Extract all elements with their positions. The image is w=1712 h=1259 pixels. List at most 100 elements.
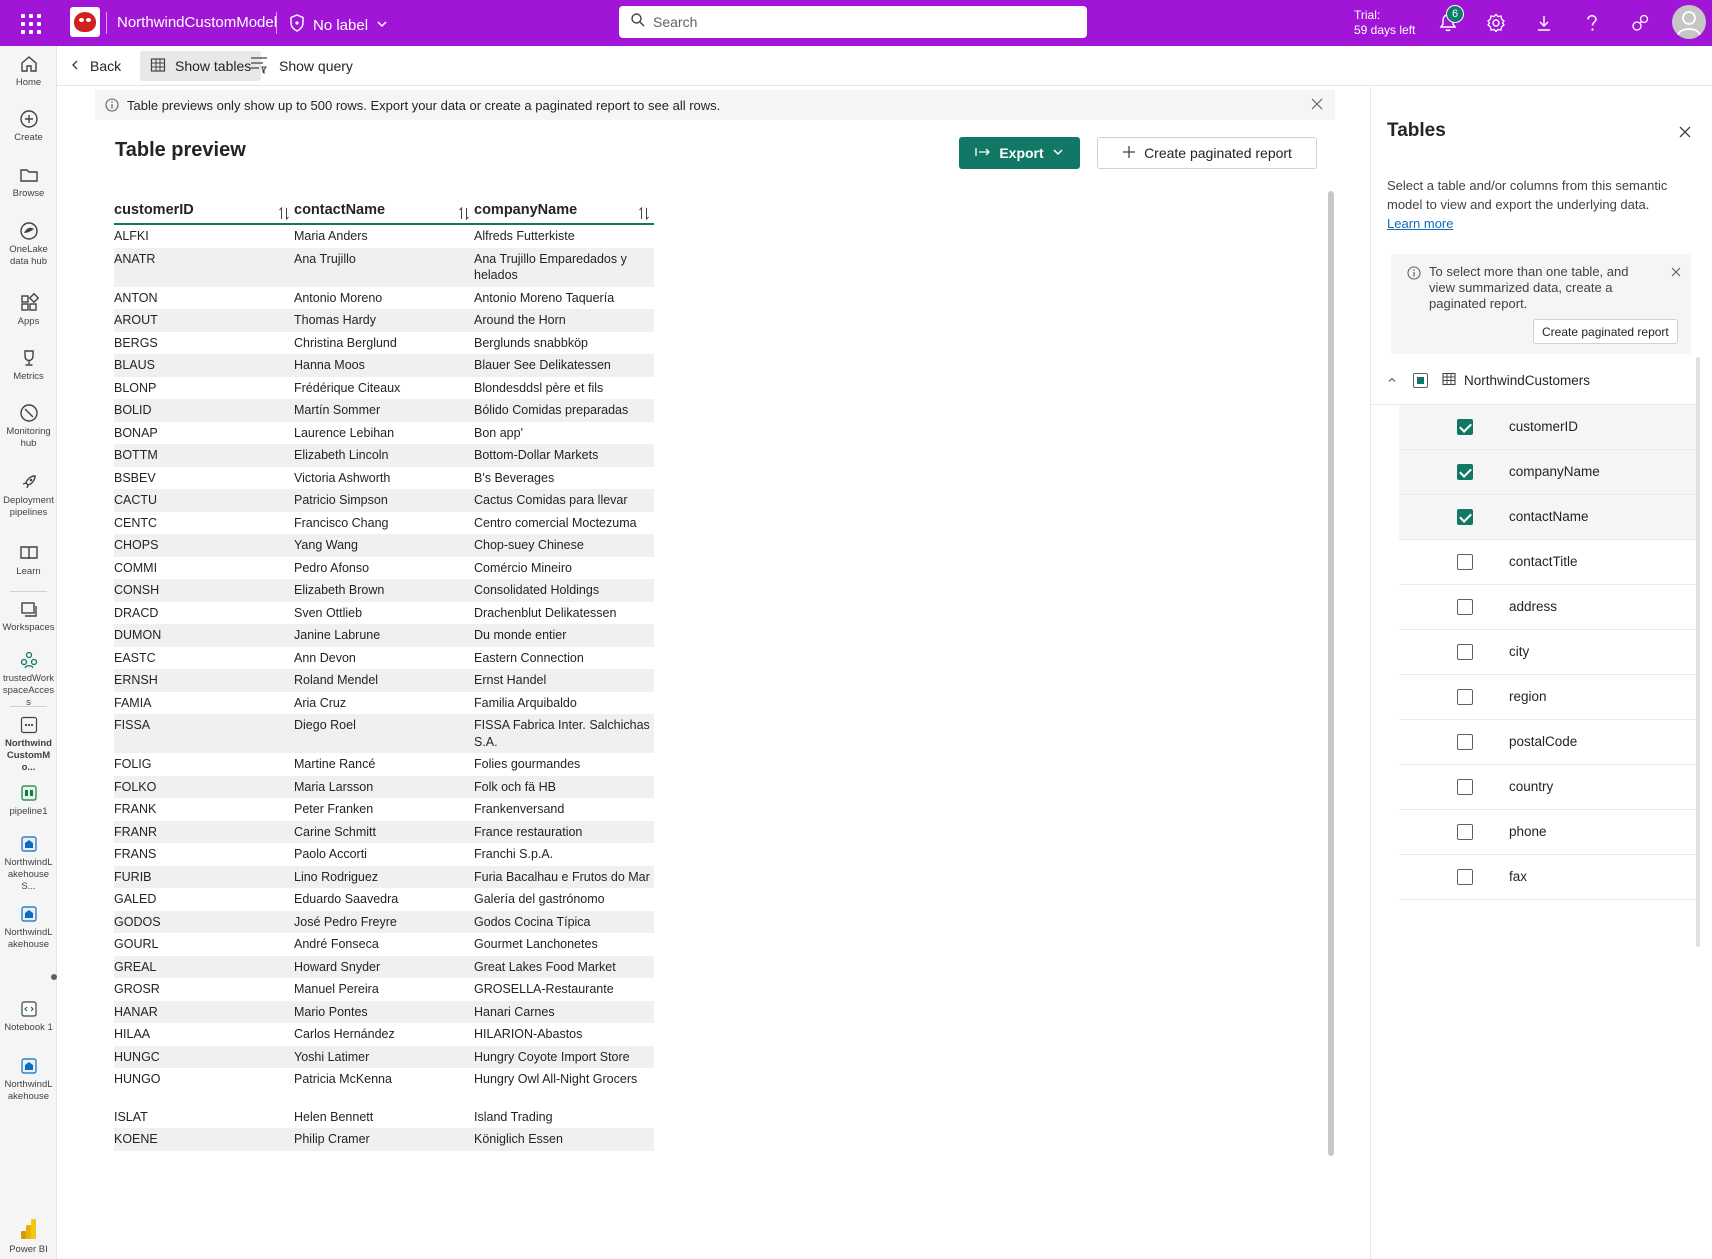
table-row[interactable]: GALED Eduardo Saavedra Galería del gastrón…: [114, 888, 654, 911]
column-item-contacttitle[interactable]: contactTitle: [1399, 540, 1699, 585]
table-row[interactable]: ANTON Antonio Moreno Antonio Moreno Taquer…: [114, 287, 654, 310]
search-input[interactable]: [653, 14, 1053, 30]
column-checkbox[interactable]: [1457, 734, 1473, 750]
sort-icon[interactable]: [278, 206, 290, 224]
learn-more-link[interactable]: Learn more: [1387, 216, 1453, 231]
column-checkbox[interactable]: [1457, 779, 1473, 795]
back-button[interactable]: Back: [59, 51, 131, 81]
nav-item-northwind-custom-model[interactable]: NorthwindCustomMo...: [0, 715, 57, 774]
column-header-customerid[interactable]: customerID: [114, 201, 294, 223]
table-row[interactable]: FRANS Paolo Accorti Franchi S.p.A.: [114, 843, 654, 866]
table-row[interactable]: DRACD Sven Ottlieb Drachenblut Delikatesse…: [114, 602, 654, 625]
export-button[interactable]: Export: [959, 137, 1080, 169]
table-row[interactable]: CONSH Elizabeth Brown Consolidated Holding…: [114, 579, 654, 602]
table-row[interactable]: GODOS José Pedro Freyre Godos Cocina Típic…: [114, 910, 654, 933]
table-row[interactable]: GROSR Manuel Pereira GROSELLA-Restaurante: [114, 978, 654, 1001]
close-icon[interactable]: [1671, 264, 1681, 282]
table-row[interactable]: BONAP Laurence Lebihan Bon app': [114, 422, 654, 445]
nav-item-workspaces[interactable]: Workspaces: [0, 599, 57, 634]
column-item-companyname[interactable]: companyName: [1399, 450, 1699, 495]
nav-item-onelake[interactable]: OneLake data hub: [0, 221, 57, 268]
sort-icon[interactable]: [458, 206, 470, 224]
column-item-fax[interactable]: fax: [1399, 855, 1699, 900]
table-row[interactable]: HANAR Mario Pontes Hanari Carnes: [114, 1000, 654, 1023]
table-row[interactable]: BOLID Martín Sommer Bólido Comidas prepara…: [114, 399, 654, 422]
table-row[interactable]: ISLAT Helen Bennett Island Trading: [114, 1106, 654, 1129]
nav-item-browse[interactable]: Browse: [0, 165, 57, 200]
sensitivity-label-button[interactable]: No label: [289, 14, 388, 36]
item-title[interactable]: NorthwindCustomModel: [117, 14, 277, 31]
column-item-country[interactable]: country: [1399, 765, 1699, 810]
search-box[interactable]: [619, 6, 1087, 38]
scrollbar-thumb[interactable]: [1328, 191, 1334, 1156]
table-row[interactable]: EASTC Ann Devon Eastern Connection: [114, 647, 654, 670]
nav-item-apps[interactable]: Apps: [0, 293, 57, 328]
table-row[interactable]: FOLIG Martine Rancé Folies gourmandes: [114, 753, 654, 776]
column-item-contactname[interactable]: contactName: [1399, 495, 1699, 540]
download-icon[interactable]: [1533, 12, 1555, 34]
column-checkbox[interactable]: [1457, 644, 1473, 660]
column-checkbox[interactable]: [1457, 689, 1473, 705]
column-checkbox[interactable]: [1457, 869, 1473, 885]
nav-item-home[interactable]: Home: [0, 54, 57, 89]
gear-icon[interactable]: [1485, 12, 1507, 34]
note-create-paginated-report-button[interactable]: Create paginated report: [1533, 319, 1678, 344]
panel-scrollbar[interactable]: [1695, 357, 1701, 957]
table-checkbox-partial[interactable]: [1413, 373, 1428, 388]
close-icon[interactable]: [1679, 125, 1691, 143]
column-item-region[interactable]: region: [1399, 675, 1699, 720]
table-row[interactable]: FURIB Lino Rodriguez Furia Bacalhau e Frut…: [114, 865, 654, 888]
column-item-postalcode[interactable]: postalCode: [1399, 720, 1699, 765]
column-header-companyname[interactable]: companyName: [474, 201, 654, 223]
table-row[interactable]: FRANK Peter Franken Frankenversand: [114, 798, 654, 821]
nav-item-northwind-lakehouse-2[interactable]: NorthwindLakehouse: [0, 1056, 57, 1103]
nav-item-learn[interactable]: Learn: [0, 543, 57, 578]
nav-item-trusted-workspace-access[interactable]: trustedWorkspaceAccess: [0, 650, 57, 709]
close-icon[interactable]: [1311, 98, 1323, 113]
nav-item-monitoring-hub[interactable]: Monitoring hub: [0, 403, 57, 450]
table-row[interactable]: CENTC Francisco Chang Centro comercial Moc…: [114, 512, 654, 535]
column-item-phone[interactable]: phone: [1399, 810, 1699, 855]
table-row[interactable]: BLAUS Hanna Moos Blauer See Delikatessen: [114, 354, 654, 377]
column-item-customerid[interactable]: customerID: [1399, 405, 1699, 450]
table-row[interactable]: CHOPS Yang Wang Chop-suey Chinese: [114, 534, 654, 557]
column-checkbox[interactable]: [1457, 599, 1473, 615]
app-launcher-icon[interactable]: [19, 12, 41, 34]
table-row[interactable]: GREAL Howard Snyder Great Lakes Food Marke…: [114, 955, 654, 978]
column-checkbox[interactable]: [1457, 464, 1473, 480]
table-row[interactable]: ALFKI Maria Anders Alfreds Futterkiste: [114, 225, 654, 248]
table-row[interactable]: CACTU Patricio Simpson Cactus Comidas para…: [114, 489, 654, 512]
nav-item-deployment-pipelines[interactable]: Deployment pipelines: [0, 472, 57, 519]
table-row[interactable]: FRANR Carine Schmitt France restauration: [114, 820, 654, 843]
nav-item-create[interactable]: Create: [0, 109, 57, 144]
table-row[interactable]: COMMI Pedro Afonso Comércio Mineiro: [114, 557, 654, 580]
column-checkbox[interactable]: [1457, 419, 1473, 435]
sort-icon[interactable]: [638, 206, 650, 224]
table-row[interactable]: FISSA Diego Roel FISSA Fabrica Inter. Salc…: [114, 714, 654, 753]
vertical-scrollbar[interactable]: [1328, 191, 1334, 1156]
avatar[interactable]: [1672, 5, 1706, 39]
table-row[interactable]: HILAA Carlos Hernández HILARION-Abastos: [114, 1023, 654, 1046]
table-row[interactable]: BSBEV Victoria Ashworth B's Beverages: [114, 467, 654, 490]
show-query-button[interactable]: Show query: [240, 51, 363, 81]
table-row[interactable]: KOENE Philip Cramer Königlich Essen: [114, 1128, 654, 1151]
chevron-up-icon[interactable]: [1387, 373, 1397, 388]
nav-item-northwind-lakehouse-s[interactable]: NorthwindLakehouseS...: [0, 834, 57, 893]
nav-item-notebook-1[interactable]: Notebook 1: [0, 999, 57, 1034]
nav-item-northwind-lakehouse[interactable]: NorthwindLakehouse: [0, 904, 57, 951]
column-checkbox[interactable]: [1457, 509, 1473, 525]
table-row[interactable]: HUNGC Yoshi Latimer Hungry Coyote Import S…: [114, 1045, 654, 1068]
table-row[interactable]: AROUT Thomas Hardy Around the Horn: [114, 309, 654, 332]
table-row[interactable]: BLONP Frédérique Citeaux Blondesddsl père …: [114, 377, 654, 400]
table-row[interactable]: DUMON Janine Labrune Du monde entier: [114, 624, 654, 647]
column-checkbox[interactable]: [1457, 554, 1473, 570]
table-row[interactable]: ANATR Ana Trujillo Ana Trujillo Emparedado…: [114, 247, 654, 287]
nav-item-metrics[interactable]: Metrics: [0, 348, 57, 383]
table-row[interactable]: BERGS Christina Berglund Berglunds snabbkö…: [114, 332, 654, 355]
column-checkbox[interactable]: [1457, 824, 1473, 840]
help-icon[interactable]: [1581, 12, 1603, 34]
nav-item-power-bi[interactable]: Power BI: [0, 1217, 57, 1256]
column-item-address[interactable]: address: [1399, 585, 1699, 630]
table-tree-item[interactable]: NorthwindCustomers: [1371, 357, 1701, 405]
scrollbar-thumb[interactable]: [1696, 357, 1700, 947]
